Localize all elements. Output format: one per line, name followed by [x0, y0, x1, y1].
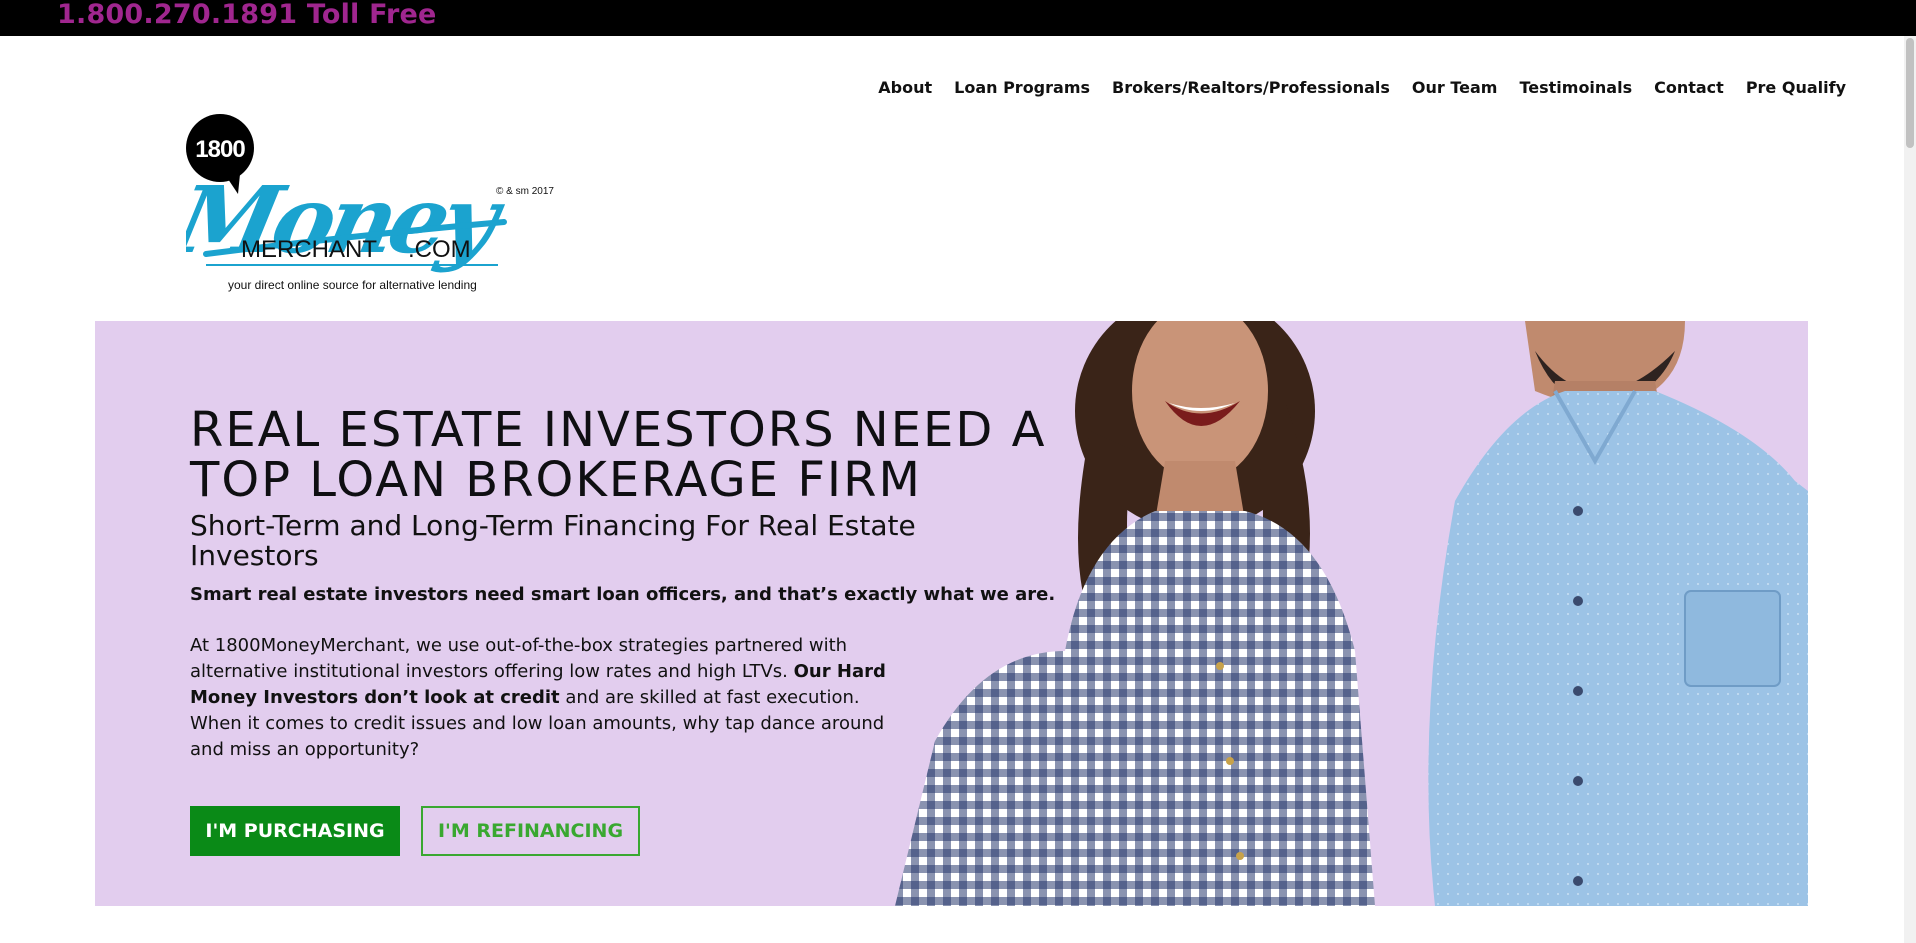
top-bar: 1.800.270.1891 Toll Free: [0, 0, 1916, 36]
logo-graphic: 1800 Money MERCHANT .COM © & sm 2017 you…: [164, 114, 554, 292]
hero-subheadline: Short-Term and Long-Term Financing For R…: [190, 509, 916, 572]
hero-headline: REAL ESTATE INVESTORS NEED A TOP LOAN BR…: [190, 402, 1047, 508]
nav-about[interactable]: About: [878, 78, 932, 98]
scrollbar[interactable]: [1904, 36, 1916, 943]
logo-merchant: MERCHANT: [241, 236, 377, 263]
nav-loan-programs[interactable]: Loan Programs: [954, 78, 1090, 98]
purchasing-button[interactable]: I'M PURCHASING: [190, 806, 400, 856]
phone-number[interactable]: 1.800.270.1891 Toll Free: [57, 0, 437, 30]
main-nav: About Loan Programs Brokers/Realtors/Pro…: [856, 78, 1846, 98]
hero-lead: Smart real estate investors need smart l…: [190, 584, 1056, 605]
nav-testimonials[interactable]: Testimoinals: [1519, 78, 1632, 98]
refinancing-button[interactable]: I'M REFINANCING: [421, 806, 640, 856]
logo-badge-text: 1800: [195, 136, 245, 163]
logo-com: .COM: [408, 236, 471, 263]
logo-tagline: your direct online source for alternativ…: [228, 278, 477, 292]
nav-brokers[interactable]: Brokers/Realtors/Professionals: [1112, 78, 1390, 98]
logo-copyright: © & sm 2017: [496, 186, 554, 197]
nav-pre-qualify[interactable]: Pre Qualify: [1746, 78, 1846, 98]
hero-body: At 1800MoneyMerchant, we use out-of-the-…: [190, 633, 890, 763]
site-logo[interactable]: 1800 Money MERCHANT .COM © & sm 2017 you…: [164, 114, 586, 299]
nav-our-team[interactable]: Our Team: [1412, 78, 1498, 98]
hero-body-part-1: At 1800MoneyMerchant, we use out-of-the-…: [190, 635, 848, 682]
hero-banner: REAL ESTATE INVESTORS NEED A TOP LOAN BR…: [95, 321, 1808, 906]
nav-contact[interactable]: Contact: [1654, 78, 1724, 98]
scrollbar-thumb[interactable]: [1906, 38, 1914, 148]
